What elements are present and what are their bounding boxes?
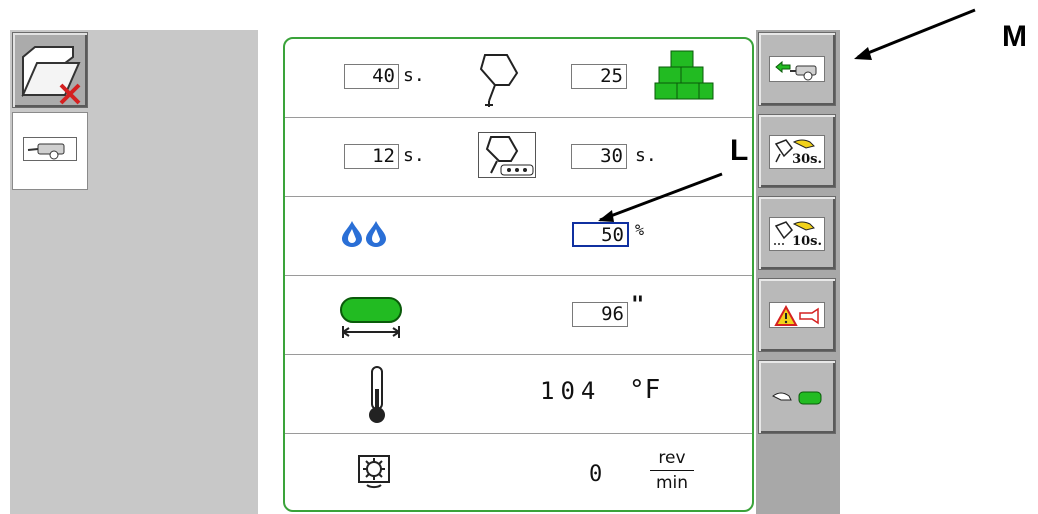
callout-arrowhead-m — [854, 47, 872, 60]
callout-arrowhead-l — [598, 210, 614, 222]
callout-arrow-l — [599, 172, 723, 222]
callout-label-l: L — [730, 134, 749, 167]
callout-label-m: M — [1002, 20, 1027, 53]
callout-arrow-m — [857, 8, 976, 59]
callout-arrows — [598, 8, 976, 222]
